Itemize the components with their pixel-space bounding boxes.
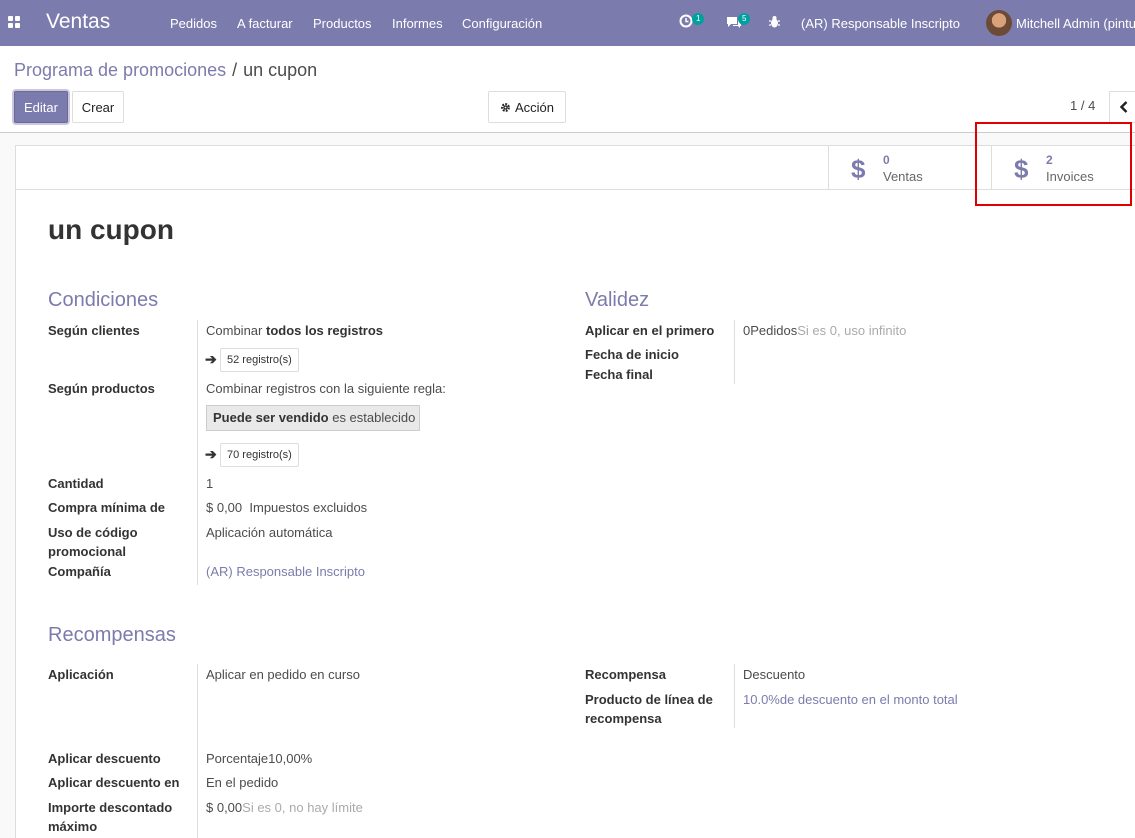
aplicar-descuento-en-value[interactable]: En el pedido: [206, 773, 278, 792]
fecha-final-label: Fecha final: [585, 367, 653, 382]
highlight-annotation: [975, 122, 1132, 206]
arrow-right-icon: ➔: [205, 446, 217, 462]
producto-linea-label-line1: Producto de línea de: [585, 692, 713, 707]
compania-link[interactable]: (AR) Responsable Inscripto: [206, 562, 365, 581]
producto-linea-label: Producto de línea de recompensa: [585, 690, 713, 728]
domain-rule[interactable]: Puede ser vendido es establecido: [206, 405, 420, 431]
compra-minima-value[interactable]: $ 0,00 Impuestos excluidos: [206, 498, 367, 517]
company-switcher[interactable]: (AR) Responsable Inscripto: [801, 16, 960, 31]
compra-minima-tax: Impuestos excluidos: [249, 500, 368, 515]
aplicar-primero-label: Aplicar en el primero: [585, 323, 715, 338]
aplicacion-label: Aplicación: [48, 667, 114, 682]
activity-clock-icon[interactable]: [679, 14, 693, 31]
fecha-inicio-label: Fecha de inicio: [585, 347, 679, 362]
pager-value[interactable]: 1 / 4: [1070, 98, 1095, 113]
breadcrumb-current: un cupon: [243, 60, 318, 80]
create-button[interactable]: Crear: [72, 91, 124, 123]
importe-maximo-amount: $ 0,00: [206, 800, 243, 815]
messages-badge: 5: [738, 13, 751, 25]
activity-badge: 1: [692, 13, 705, 25]
menu-configuracion[interactable]: Configuración: [462, 16, 542, 31]
section-condiciones: Condiciones: [48, 289, 159, 311]
productos-records-button[interactable]: 70 registro(s): [220, 443, 299, 467]
producto-linea-label-line2: recompensa: [585, 711, 662, 726]
action-menu-label: Acción: [514, 99, 555, 115]
top-navbar: Ventas Pedidos A facturar Productos Info…: [0, 0, 1135, 46]
arrow-right-icon: ➔: [205, 351, 217, 367]
rule-operator: es establecido: [332, 410, 416, 425]
edit-button[interactable]: Editar: [14, 91, 68, 123]
pager-previous-button[interactable]: [1109, 91, 1135, 123]
segun-productos-label: Según productos: [48, 381, 155, 396]
smart-button-box: $ 0 Ventas $ 2 Invoices: [15, 145, 1135, 190]
compania-label: Compañía: [48, 564, 111, 579]
aplicar-descuento-en-label: Aplicar descuento en: [48, 775, 180, 790]
recompensa-label: Recompensa: [585, 667, 666, 682]
uso-codigo-label: Uso de código promocional: [48, 523, 138, 561]
record-title: un cupon: [48, 214, 174, 245]
dollar-icon: $: [851, 154, 866, 184]
debug-bug-icon[interactable]: [768, 15, 781, 32]
cantidad-label: Cantidad: [48, 476, 104, 491]
aplicar-primero-unit: Pedidos: [750, 323, 798, 338]
segun-clientes-value[interactable]: Combinar todos los registros: [206, 321, 383, 340]
compra-minima-label: Compra mínima de: [48, 500, 166, 515]
segun-clientes-prefix: Combinar: [206, 323, 263, 338]
aplicar-descuento-label: Aplicar descuento: [48, 751, 161, 766]
cantidad-value[interactable]: 1: [206, 474, 213, 493]
producto-linea-link[interactable]: 10.0%de descuento en el monto total: [743, 690, 958, 709]
ventas-label: Ventas: [883, 169, 923, 184]
menu-informes[interactable]: Informes: [392, 16, 443, 31]
menu-productos[interactable]: Productos: [313, 16, 372, 31]
segun-clientes-label: Según clientes: [48, 323, 140, 338]
aplicar-primero-hint: Si es 0, uso infinito: [797, 323, 907, 338]
aplicar-primero-value[interactable]: 0PedidosSi es 0, uso infinito: [743, 321, 906, 340]
label-divider: [197, 320, 198, 585]
importe-maximo-label-line2: máximo: [48, 819, 98, 834]
importe-maximo-label: Importe descontado máximo: [48, 798, 172, 836]
app-name[interactable]: Ventas: [46, 10, 110, 34]
user-menu[interactable]: Mitchell Admin (pintu: [1016, 16, 1135, 31]
apps-grid-icon[interactable]: [8, 16, 20, 28]
label-divider: [734, 320, 735, 384]
clientes-records-button[interactable]: 52 registro(s): [220, 348, 299, 372]
uso-codigo-label-line1: Uso de código: [48, 525, 138, 540]
compra-minima-amount: $ 0,00: [206, 500, 243, 515]
uso-codigo-label-line2: promocional: [48, 544, 127, 559]
recompensa-value[interactable]: Descuento: [743, 665, 805, 684]
user-avatar[interactable]: [986, 10, 1012, 36]
ventas-count: 0: [883, 153, 890, 167]
menu-a-facturar[interactable]: A facturar: [237, 16, 293, 31]
rule-field: Puede ser vendido: [213, 410, 329, 425]
form-sheet: [15, 145, 1135, 838]
importe-maximo-hint: Si es 0, no hay límite: [242, 800, 363, 815]
aplicacion-value[interactable]: Aplicar en pedido en curso: [206, 665, 360, 684]
breadcrumb-parent[interactable]: Programa de promociones: [14, 60, 226, 80]
section-recompensas: Recompensas: [48, 624, 176, 646]
chevron-left-icon: [1120, 101, 1128, 113]
breadcrumb-separator: /: [232, 60, 238, 80]
segun-clientes-bold: todos los registros: [265, 323, 384, 338]
importe-maximo-value[interactable]: $ 0,00Si es 0, no hay límite: [206, 798, 363, 817]
label-divider: [197, 664, 198, 838]
segun-productos-value: Combinar registros con la siguiente regl…: [206, 381, 446, 396]
section-validez: Validez: [585, 289, 650, 311]
ventas-smart-button[interactable]: $ 0 Ventas: [828, 145, 992, 189]
aplicar-descuento-value[interactable]: Porcentaje10,00%: [206, 749, 312, 768]
action-menu-button[interactable]: Acción: [488, 91, 566, 123]
uso-codigo-value[interactable]: Aplicación automática: [206, 523, 332, 542]
importe-maximo-label-line1: Importe descontado: [48, 800, 173, 815]
breadcrumb: Programa de promociones / un cupon: [14, 60, 317, 81]
label-divider: [734, 664, 735, 728]
gear-icon: [501, 102, 510, 112]
menu-pedidos[interactable]: Pedidos: [170, 16, 217, 31]
